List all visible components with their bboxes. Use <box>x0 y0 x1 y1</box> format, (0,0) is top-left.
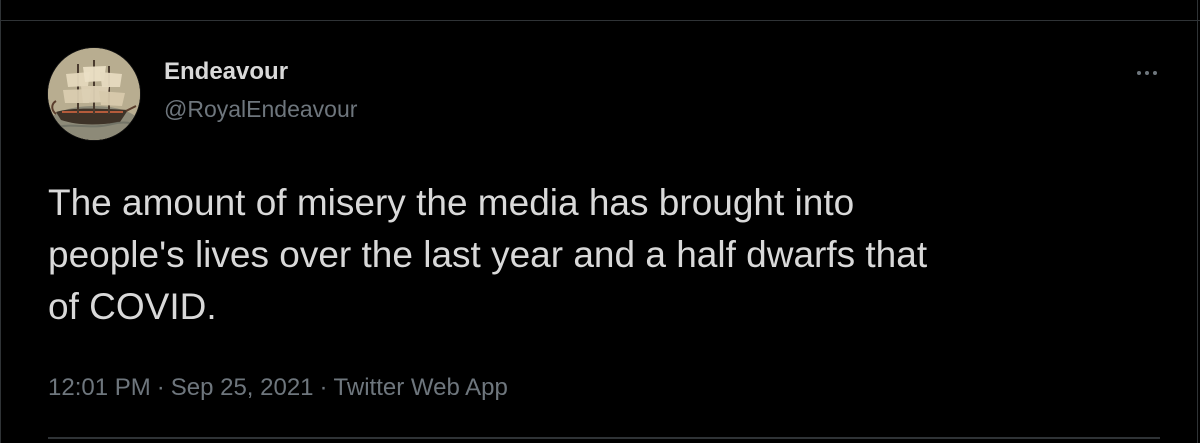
avatar[interactable] <box>48 48 140 140</box>
tweet-source[interactable]: Twitter Web App <box>334 373 508 403</box>
tweet-metadata: 12:01 PM · Sep 25, 2021 · Twitter Web Ap… <box>48 373 508 403</box>
dot <box>1137 71 1141 75</box>
author-username[interactable]: @RoyalEndeavour <box>164 95 357 123</box>
tweet-detail: Endeavour @RoyalEndeavour The amount of … <box>0 0 1200 443</box>
dot <box>1153 71 1157 75</box>
bottom-divider <box>48 437 1160 439</box>
right-border <box>1197 0 1198 443</box>
meta-separator: · <box>156 374 165 401</box>
tweet-date[interactable]: Sep 25, 2021 <box>171 373 314 403</box>
meta-separator: · <box>319 374 328 401</box>
more-options-icon[interactable] <box>1130 58 1164 88</box>
sailing-ship-icon <box>48 48 140 140</box>
dot <box>1145 71 1149 75</box>
top-divider <box>0 20 1200 21</box>
author-display-name[interactable]: Endeavour <box>164 58 288 86</box>
left-border <box>0 0 1 443</box>
tweet-text: The amount of misery the media has broug… <box>48 182 928 327</box>
tweet-time[interactable]: 12:01 PM <box>48 373 151 403</box>
